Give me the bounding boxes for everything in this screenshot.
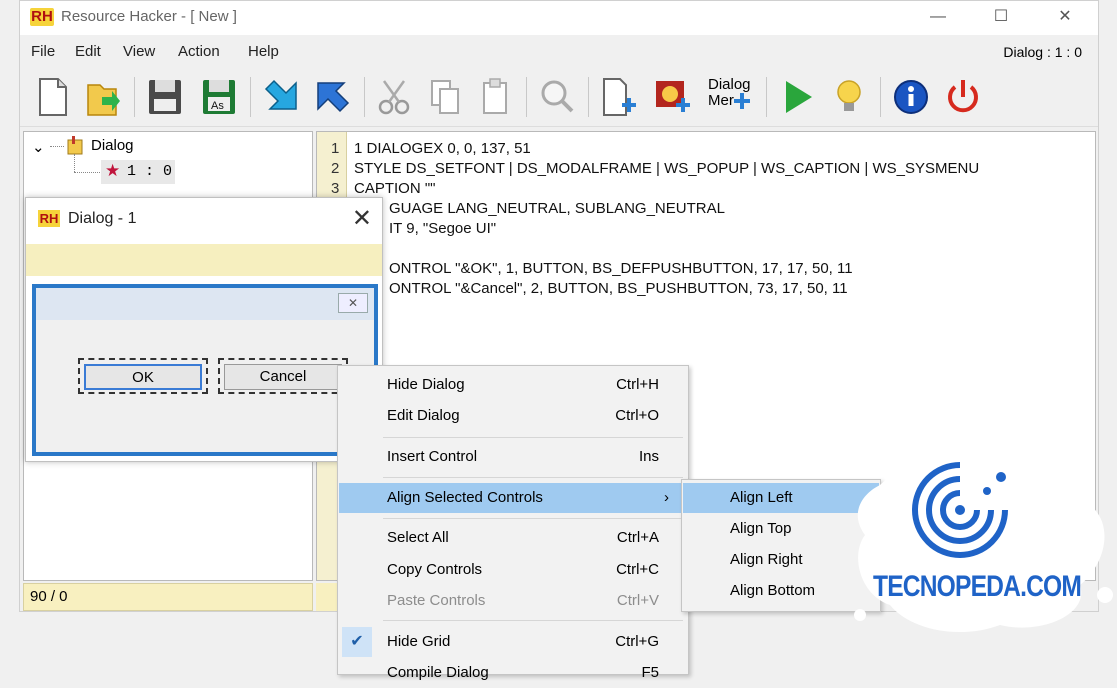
dialog-preview-window: RH Dialog - 1 ✕ ✕ OK Cancel	[25, 197, 383, 462]
window-title: Resource Hacker - [ New ]	[61, 8, 237, 25]
menu-help[interactable]: Help	[248, 43, 279, 60]
dialog-caption: ✕	[36, 288, 374, 320]
back-arrow-icon[interactable]	[260, 75, 302, 119]
code-line: STYLE DS_SETFONT | DS_MODALFRAME | WS_PO…	[354, 160, 980, 177]
menu-item-compile-dialog[interactable]: Compile Dialog F5	[339, 658, 687, 688]
status-bar: 90 / 0	[23, 583, 313, 611]
menu-view[interactable]: View	[123, 43, 155, 60]
menu-item-align-selected-controls[interactable]: Align Selected Controls ›	[339, 483, 687, 513]
menu-bar: File Edit View Action Help Dialog : 1 : …	[20, 35, 1098, 67]
code-line: ONTROL "&Cancel", 2, BUTTON, BS_PUSHBUTT…	[389, 280, 848, 297]
plus-icon	[734, 93, 750, 109]
ok-button[interactable]: OK	[84, 364, 202, 390]
maximize-button[interactable]: ☐	[978, 1, 1024, 33]
minimize-button[interactable]: —	[915, 1, 961, 33]
find-icon[interactable]	[536, 75, 578, 119]
dialog-close-button[interactable]: ✕	[338, 293, 368, 313]
preview-title-bar: RH Dialog - 1 ✕	[26, 198, 382, 244]
paste-icon[interactable]	[474, 75, 516, 119]
save-as-icon[interactable]: As	[198, 75, 240, 119]
save-icon[interactable]	[144, 75, 186, 119]
menu-item-select-all[interactable]: Select All Ctrl+A	[339, 523, 687, 553]
lightbulb-icon[interactable]	[828, 75, 870, 119]
tecnopeda-logo-icon	[912, 462, 1008, 558]
checkmark-icon: ✔	[342, 627, 372, 657]
dialog-merger-button[interactable]: Dialog Mer	[704, 75, 754, 119]
code-line: 1 DIALOGEX 0, 0, 137, 51	[354, 140, 531, 157]
new-file-icon[interactable]	[32, 75, 74, 119]
dialog-design-surface[interactable]: ✕ OK Cancel	[32, 284, 378, 456]
cancel-button[interactable]: Cancel	[224, 364, 342, 390]
menu-item-paste-controls: Paste Controls Ctrl+V	[387, 592, 659, 609]
open-folder-icon[interactable]	[82, 75, 124, 119]
add-image-resource-icon[interactable]	[652, 75, 694, 119]
info-icon[interactable]	[890, 75, 932, 119]
menu-item-copy-controls[interactable]: Copy Controls Ctrl+C	[339, 555, 687, 585]
copy-icon[interactable]	[424, 75, 466, 119]
tree-node-1-0[interactable]: ★ 1 : 0	[101, 160, 175, 184]
context-menu: Hide Dialog Ctrl+H Edit Dialog Ctrl+O In…	[337, 365, 689, 681]
close-button[interactable]: ✕	[1042, 1, 1088, 33]
app-logo-icon: RH	[38, 210, 60, 227]
forward-arrow-icon[interactable]	[312, 75, 354, 119]
code-line: IT 9, "Segoe UI"	[389, 220, 497, 237]
code-line: ONTROL "&OK", 1, BUTTON, BS_DEFPUSHBUTTO…	[389, 260, 853, 277]
tree-node-dialog[interactable]: Dialog	[91, 137, 134, 154]
toolbar: As Dialog Mer	[20, 67, 1098, 127]
watermark-text: TECNOPEDA.COM	[873, 570, 1082, 603]
code-line: CAPTION ""	[354, 180, 436, 197]
menu-edit[interactable]: Edit	[75, 43, 101, 60]
dialog-folder-icon	[67, 136, 83, 155]
compile-run-icon[interactable]	[776, 75, 818, 119]
cut-icon[interactable]	[374, 75, 416, 119]
star-icon: ★	[105, 161, 121, 180]
tree-expand-icon[interactable]: ⌄	[32, 138, 45, 156]
power-exit-icon[interactable]	[942, 75, 984, 119]
menu-item-hide-grid[interactable]: ✔ Hide Grid Ctrl+G	[339, 627, 687, 657]
title-bar: RH Resource Hacker - [ New ] — ☐ ✕	[20, 1, 1098, 35]
svg-text:As: As	[211, 100, 224, 112]
menu-item-edit-dialog[interactable]: Edit Dialog Ctrl+O	[339, 401, 687, 431]
preview-title: Dialog - 1	[68, 210, 137, 227]
add-resource-icon[interactable]	[598, 75, 640, 119]
code-line: GUAGE LANG_NEUTRAL, SUBLANG_NEUTRAL	[389, 200, 725, 217]
menu-item-hide-dialog[interactable]: Hide Dialog Ctrl+H	[339, 370, 687, 400]
app-logo-icon: RH	[30, 8, 54, 26]
preview-close-button[interactable]: ✕	[352, 204, 372, 233]
menu-action[interactable]: Action	[178, 43, 220, 60]
menu-file[interactable]: File	[31, 43, 55, 60]
status-position: 90 / 0	[30, 588, 68, 605]
resource-status: Dialog : 1 : 0	[1003, 44, 1082, 60]
submenu-arrow-icon: ›	[664, 489, 669, 506]
menu-item-insert-control[interactable]: Insert Control Ins	[339, 442, 687, 472]
